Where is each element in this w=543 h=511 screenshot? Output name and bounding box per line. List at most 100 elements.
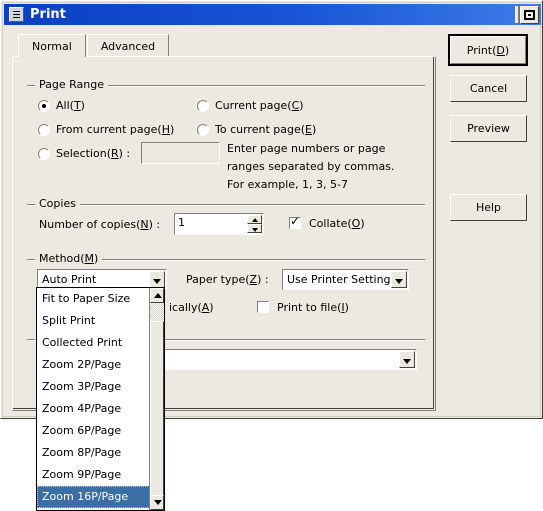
copies-count-value: 1 [178,216,185,229]
radio-selection-label: Selection(R) : [56,147,130,160]
checkbox-print-to-file[interactable] [257,301,269,313]
close-box-icon[interactable] [520,5,539,24]
tab-normal-label: Normal [32,39,72,53]
checkbox-rotate-automatically-label: ically(A) [169,301,214,314]
method-dropdown-scrollbar[interactable] [149,288,164,510]
radio-from-current-page-accel: H [161,123,170,136]
tab-strip: Normal Advanced [18,34,170,57]
selection-range-input[interactable] [141,142,220,164]
chevron-down-icon-printer[interactable] [399,351,415,368]
cancel-button-label: Cancel [469,82,508,95]
dropdown-item-label: Zoom 8P/Page [42,446,122,459]
scroll-up-arrow-icon[interactable] [150,288,164,303]
title-bar[interactable]: Print [4,4,541,25]
tab-normal[interactable]: Normal [18,34,86,57]
radio-selection[interactable] [38,148,50,160]
dropdown-item[interactable]: Zoom 6P/Page [37,420,164,442]
checkbox-collate[interactable] [289,214,301,229]
title-bar-buttons [515,4,541,25]
group-method-suffix: ) [94,252,99,265]
print-button[interactable]: Print(D) [448,34,528,66]
rotate-text: ically( [169,301,202,314]
dropdown-item-label: Zoom 9P/Page [42,468,122,481]
tab-advanced-label: Advanced [100,39,156,53]
copies-count-input[interactable]: 1 [174,213,264,235]
collate-accel: O [351,217,361,230]
copies-count-stepper[interactable] [247,215,262,233]
page-range-hint-line-3: For example, 1, 3, 5-7 [227,178,348,191]
dropdown-item[interactable]: Zoom 9P/Page [37,464,164,486]
dropdown-item-label: Zoom 16P/Page [42,490,129,503]
radio-selection-text: Selection( [56,147,111,160]
cancel-button[interactable]: Cancel [450,75,527,102]
collate-suffix: ) [360,217,365,230]
radio-current-page-text: Current page( [215,99,292,112]
paper-type-suffix: ) : [257,273,269,286]
radio-current-page[interactable] [197,100,209,112]
title-bar-separator [515,6,519,23]
group-method-accel: M [84,252,95,265]
dropdown-item[interactable]: Zoom 16P/Page [37,486,164,508]
chevron-down-icon-paper-type[interactable] [391,271,407,288]
method-combo-value: Auto Print [42,273,97,286]
chevron-down-icon[interactable] [149,271,165,288]
radio-to-current-page-accel: E [305,123,312,136]
checkbox-print-to-file-label: Print to file(I) [277,301,349,314]
radio-to-current-page-text: To current page( [215,123,306,136]
copies-count-suffix: ) : [148,218,161,231]
radio-all-text: All( [56,99,74,112]
copies-count-text: Number of copies( [39,218,141,231]
radio-current-page-label: Current page(C) [215,99,304,112]
paper-type-combo[interactable]: Use Printer Setting [282,269,409,290]
dropdown-item[interactable]: Split Print [37,310,164,332]
window-title: Print [30,7,66,22]
radio-all[interactable] [38,100,50,112]
method-dropdown-items: Fit to Paper Size Split Print Collected Pr… [37,288,164,508]
copies-decrement-icon[interactable] [247,224,262,233]
dropdown-item-label: Zoom 4P/Page [42,402,122,415]
dropdown-item-label: Zoom 3P/Page [42,380,122,393]
radio-from-current-page-suffix: ) [169,123,175,136]
page-range-hint-line-1: Enter page numbers or page [227,142,386,155]
dropdown-item[interactable]: Zoom 8P/Page [37,442,164,464]
scroll-down-arrow-icon[interactable] [150,495,164,510]
copies-increment-icon[interactable] [247,215,262,224]
paper-type-label: Paper type(Z) : [186,273,269,286]
dropdown-item-label: Zoom 6P/Page [42,424,122,437]
radio-to-current-page[interactable] [197,124,209,136]
dropdown-item[interactable]: Fit to Paper Size [37,288,164,310]
system-menu-icon[interactable] [9,7,24,22]
radio-from-current-page[interactable] [38,124,50,136]
paper-type-text: Paper type( [186,273,250,286]
dropdown-item-label: Fit to Paper Size [42,292,131,305]
radio-to-current-page-suffix: ) [311,123,317,136]
copies-count-accel: N [140,218,149,231]
group-method-text: Method( [39,252,85,265]
copies-count-label: Number of copies(N) : [39,218,160,231]
radio-selection-suffix: ) : [118,147,131,160]
print-to-file-suffix: ) [344,301,349,314]
radio-to-current-page-label: To current page(E) [215,123,316,136]
group-copies-label: Copies [35,197,80,210]
dropdown-item-label: Collected Print [42,336,123,349]
preview-button[interactable]: Preview [450,115,527,142]
method-dropdown-list[interactable]: Fit to Paper Size Split Print Collected Pr… [36,287,165,511]
print-button-text: Print( [466,43,497,57]
radio-current-page-suffix: ) [299,99,304,112]
help-button[interactable]: Help [450,194,527,221]
dropdown-item-label: Zoom 2P/Page [42,358,122,371]
dropdown-item[interactable]: Collected Print [37,332,164,354]
group-page-range-label: Page Range [35,78,108,91]
dropdown-item[interactable]: Zoom 2P/Page [37,354,164,376]
print-button-label: Print(D) [467,44,509,57]
page-range-hint-line-2: ranges separated by commas. [227,160,395,173]
tab-advanced[interactable]: Advanced [86,34,170,57]
dropdown-item[interactable]: Zoom 3P/Page [37,376,164,398]
dropdown-item[interactable]: Zoom 4P/Page [37,398,164,420]
scrollbar-thumb[interactable] [150,321,164,496]
checkbox-collate-label: Collate(O) [309,217,365,230]
rotate-suffix: ) [209,301,214,314]
print-button-inner: Print(D) [450,36,526,64]
help-button-label: Help [475,201,502,214]
print-to-file-text: Print to file( [277,301,342,314]
